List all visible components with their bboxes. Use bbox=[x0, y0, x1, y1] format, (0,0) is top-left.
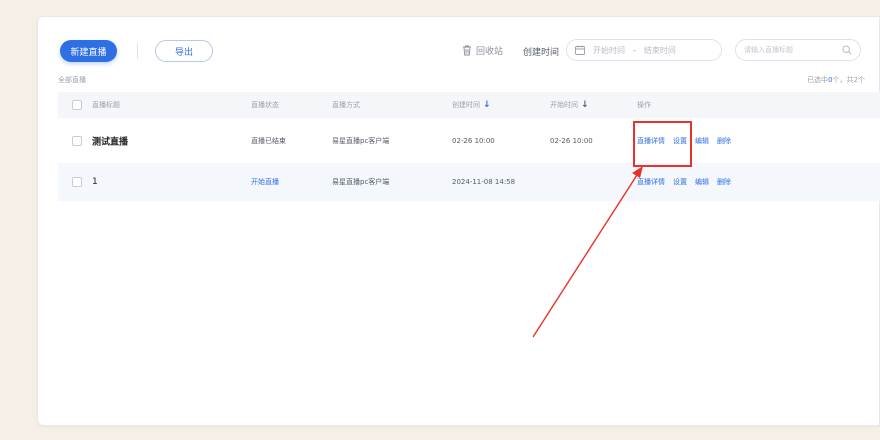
date-separator: - bbox=[633, 45, 636, 55]
row-created-time: 02-26 10:00 bbox=[452, 136, 495, 145]
selection-prefix: 已选中 bbox=[807, 76, 829, 84]
calendar-icon bbox=[575, 45, 585, 55]
page-card: 新建直播 导出 回收站 创建时间 开始时间 - 结束时间 全部直播 已选中0个，… bbox=[37, 16, 880, 426]
header-status: 直播状态 bbox=[251, 101, 279, 109]
delete-link[interactable]: 删除 bbox=[717, 136, 731, 146]
header-created-label: 创建时间 bbox=[452, 101, 480, 109]
header-start-time[interactable]: 开始时间 ↓ bbox=[550, 100, 589, 110]
header-created-time[interactable]: 创建时间 ↓ bbox=[452, 100, 491, 110]
recycle-bin-link[interactable]: 回收站 bbox=[462, 44, 503, 57]
row-checkbox[interactable] bbox=[72, 135, 82, 146]
annotation-highlight-box bbox=[633, 121, 692, 167]
row-title: 测试直播 bbox=[92, 137, 129, 147]
header-title: 直播标题 bbox=[92, 101, 120, 109]
export-button[interactable]: 导出 bbox=[155, 40, 213, 62]
date-start-input[interactable]: 开始时间 bbox=[593, 45, 625, 56]
toolbar-divider bbox=[137, 43, 138, 59]
row-start-time: 02-26 10:00 bbox=[550, 136, 593, 145]
row-created-time: 2024-11-08 14:58 bbox=[452, 178, 516, 186]
create-live-button[interactable]: 新建直播 bbox=[60, 40, 117, 62]
edit-link[interactable]: 编辑 bbox=[695, 136, 709, 146]
date-range-picker[interactable]: 开始时间 - 结束时间 bbox=[566, 39, 722, 61]
trash-icon bbox=[463, 45, 471, 56]
all-lives-label: 全部直播 bbox=[58, 76, 86, 84]
selection-summary: 已选中0个，共2个 bbox=[807, 75, 865, 85]
start-live-link[interactable]: 开始直播 bbox=[251, 177, 279, 187]
live-detail-link[interactable]: 直播详情 bbox=[637, 177, 665, 187]
row-method: 易星直播pc客户端 bbox=[332, 136, 390, 145]
delete-link[interactable]: 删除 bbox=[717, 177, 731, 187]
row-status: 直播已结束 bbox=[251, 136, 286, 145]
date-end-input[interactable]: 结束时间 bbox=[644, 45, 676, 56]
search-input[interactable] bbox=[744, 46, 842, 54]
created-time-filter-label: 创建时间 bbox=[523, 48, 560, 58]
arrow-down-icon[interactable]: ↓ bbox=[483, 100, 491, 110]
row-ops: 直播详情 设置 编辑 删除 bbox=[637, 177, 731, 187]
search-icon[interactable] bbox=[842, 45, 852, 55]
recycle-bin-label: 回收站 bbox=[476, 47, 504, 57]
search-box[interactable] bbox=[735, 39, 861, 61]
edit-link[interactable]: 编辑 bbox=[695, 177, 709, 187]
live-table: 直播标题 直播状态 直播方式 创建时间 ↓ 开始时间 ↓ 操作 测试直播 直播已结束… bbox=[58, 92, 880, 201]
selection-suffix: 个，共2个 bbox=[832, 76, 865, 84]
header-method: 直播方式 bbox=[332, 101, 360, 109]
arrow-down-icon[interactable]: ↓ bbox=[581, 100, 589, 110]
table-row: 测试直播 直播已结束 易星直播pc客户端 02-26 10:00 02-26 1… bbox=[58, 118, 880, 163]
row-title: 1 bbox=[92, 177, 98, 187]
settings-link[interactable]: 设置 bbox=[673, 177, 687, 187]
select-all-checkbox[interactable] bbox=[72, 100, 82, 110]
row-checkbox[interactable] bbox=[72, 177, 82, 187]
table-header-row: 直播标题 直播状态 直播方式 创建时间 ↓ 开始时间 ↓ 操作 bbox=[58, 92, 880, 118]
header-start-label: 开始时间 bbox=[550, 101, 578, 109]
header-ops: 操作 bbox=[637, 101, 651, 109]
row-method: 易星直播pc客户端 bbox=[332, 178, 390, 186]
table-row: 1 开始直播 易星直播pc客户端 2024-11-08 14:58 直播详情 设… bbox=[58, 163, 880, 201]
